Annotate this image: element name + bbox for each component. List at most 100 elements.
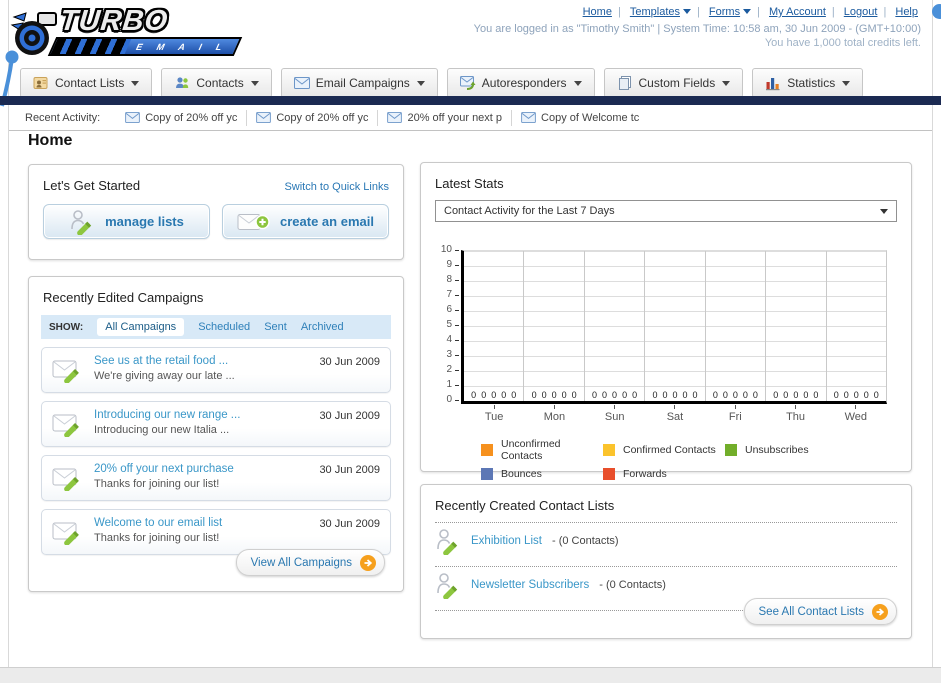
chevron-down-icon [131,80,140,86]
chart-values: 00000 [471,390,517,400]
view-all-campaigns-button[interactable]: View All Campaigns [235,549,385,576]
contact-list-item[interactable]: Newsletter Subscribers - (0 Contacts) [421,567,911,601]
campaign-date: 30 Jun 2009 [319,410,380,422]
tab-statistics[interactable]: Statistics [752,68,864,98]
recent-activity-text: Copy of 20% off yc [276,111,369,124]
y-tick-label: 7 [446,290,459,300]
tab-contact-lists[interactable]: Contact Lists [20,68,153,98]
envelope-icon [256,112,272,123]
statistics-icon [766,78,780,91]
filter-archived[interactable]: Archived [301,321,344,333]
tab-email-campaigns[interactable]: Email Campaigns [280,68,438,98]
create-email-button[interactable]: create an email [222,204,389,239]
tab-label: Autoresponders [481,76,567,90]
legend-item: Unsubscribes [725,438,887,462]
manage-lists-label: manage lists [105,214,184,229]
campaign-item[interactable]: Introducing our new range ... Introducin… [41,401,391,447]
tab-contacts[interactable]: Contacts [161,68,272,98]
x-tick-label: Fri [705,404,765,423]
top-link-forms[interactable]: Forms [709,6,752,18]
campaigns-title: Recently Edited Campaigns [43,290,204,305]
top-link-logout[interactable]: Logout [844,6,878,18]
chevron-down-icon [722,80,731,86]
campaign-title-link[interactable]: Introducing our new range ... [94,409,240,421]
recent-activity-text: 20% off your next p [407,111,503,124]
recent-activity-item[interactable]: Copy of 20% off yc [116,109,248,126]
legend-swatch [603,468,615,480]
y-tick-label: 0 [446,395,459,405]
campaign-title-link[interactable]: 20% off your next purchase [94,463,234,475]
view-all-campaigns-label: View All Campaigns [250,556,352,569]
top-link-help[interactable]: Help [895,6,918,18]
tab-label: Custom Fields [638,76,716,90]
manage-lists-button[interactable]: manage lists [43,204,210,239]
contact-lists-title: Recently Created Contact Lists [435,498,615,513]
contact-list-count: - (0 Contacts) [599,579,666,591]
x-tick-label: Tue [464,404,524,423]
app-logo[interactable]: TURBO E M A I L [10,3,243,59]
contact-list-item[interactable]: Exhibition List - (0 Contacts) [421,523,911,557]
person-pencil-icon [437,529,458,555]
campaign-item[interactable]: See us at the retail food ... We're givi… [41,347,391,393]
filter-scheduled[interactable]: Scheduled [198,321,250,333]
recent-activity-item[interactable]: 20% off your next p [378,109,513,126]
chart-day-group: 00000 [706,251,767,401]
recent-activity-item[interactable]: Copy of Welcome tc [512,110,648,126]
campaign-title-link[interactable]: See us at the retail food ... [94,355,228,367]
separator [880,6,889,18]
top-link-my-account[interactable]: My Account [769,6,826,18]
contact-list-name-link[interactable]: Newsletter Subscribers [471,579,589,591]
separator [829,6,838,18]
tab-autoresponders[interactable]: Autoresponders [446,68,595,98]
legend-item: Confirmed Contacts [603,438,725,462]
top-link-home[interactable]: Home [583,6,612,18]
legend-swatch [481,444,493,456]
header-right: Home Templates Forms My Account Logout H… [474,6,921,49]
top-link-templates[interactable]: Templates [630,6,691,18]
campaign-subtitle: We're giving away our late ... [94,370,235,382]
contact-list-name-link[interactable]: Exhibition List [471,535,542,547]
page-footer [0,667,941,683]
envelope-pencil-icon [52,468,79,491]
recent-activity-item[interactable]: Copy of 20% off yc [247,109,379,126]
create-email-label: create an email [280,214,374,229]
login-status-text: You are logged in as "Timothy Smith" | S… [473,23,921,35]
campaign-date: 30 Jun 2009 [319,464,380,476]
chevron-down-icon [416,80,425,86]
legend-label: Bounces [501,468,542,480]
separator [615,6,624,18]
contact-activity-chart: 0 1 2 3 4 5 6 7 8 9 10 000000000000000000000000000… [435,245,887,480]
stats-period-select[interactable]: Contact Activity for the Last 7 Days [435,200,897,222]
y-tick-label: 4 [446,335,459,345]
campaign-subtitle: Thanks for joining our list! [94,478,220,490]
x-tick-label: Sun [585,404,645,423]
chart-values: 00000 [652,390,698,400]
campaign-item[interactable]: 20% off your next purchase Thanks for jo… [41,455,391,501]
tab-label: Email Campaigns [315,76,410,90]
envelope-pencil-icon [52,360,79,383]
x-tick-label: Thu [765,404,825,423]
tab-custom-fields[interactable]: Custom Fields [603,68,744,98]
switch-quick-links-link[interactable]: Switch to Quick Links [284,181,389,193]
legend-swatch [603,444,615,456]
legend-item: Forwards [603,468,725,480]
campaign-title-link[interactable]: Welcome to our email list [94,517,222,529]
recent-activity-bar: Recent Activity: Copy of 20% off yc Copy… [9,105,932,131]
tab-label: Statistics [787,76,836,90]
autoresponders-icon [459,76,476,90]
filter-all-campaigns[interactable]: All Campaigns [97,318,185,336]
top-nav: Home Templates Forms My Account Logout H… [474,6,921,18]
see-all-contact-lists-button[interactable]: See All Contact Lists [743,598,897,625]
separator [754,6,763,18]
legend-label: Confirmed Contacts [623,444,716,456]
filter-sent[interactable]: Sent [264,321,287,333]
person-pencil-icon [437,573,458,599]
chart-day-group: 00000 [827,251,886,401]
page: TURBO E M A I L Home Templates Forms My … [0,0,941,683]
chevron-down-icon [880,208,888,214]
chart-values: 00000 [531,390,577,400]
separator [694,6,703,18]
show-label: SHOW: [49,321,84,333]
get-started-title: Let's Get Started [43,178,141,193]
y-tick-label: 10 [441,245,459,255]
